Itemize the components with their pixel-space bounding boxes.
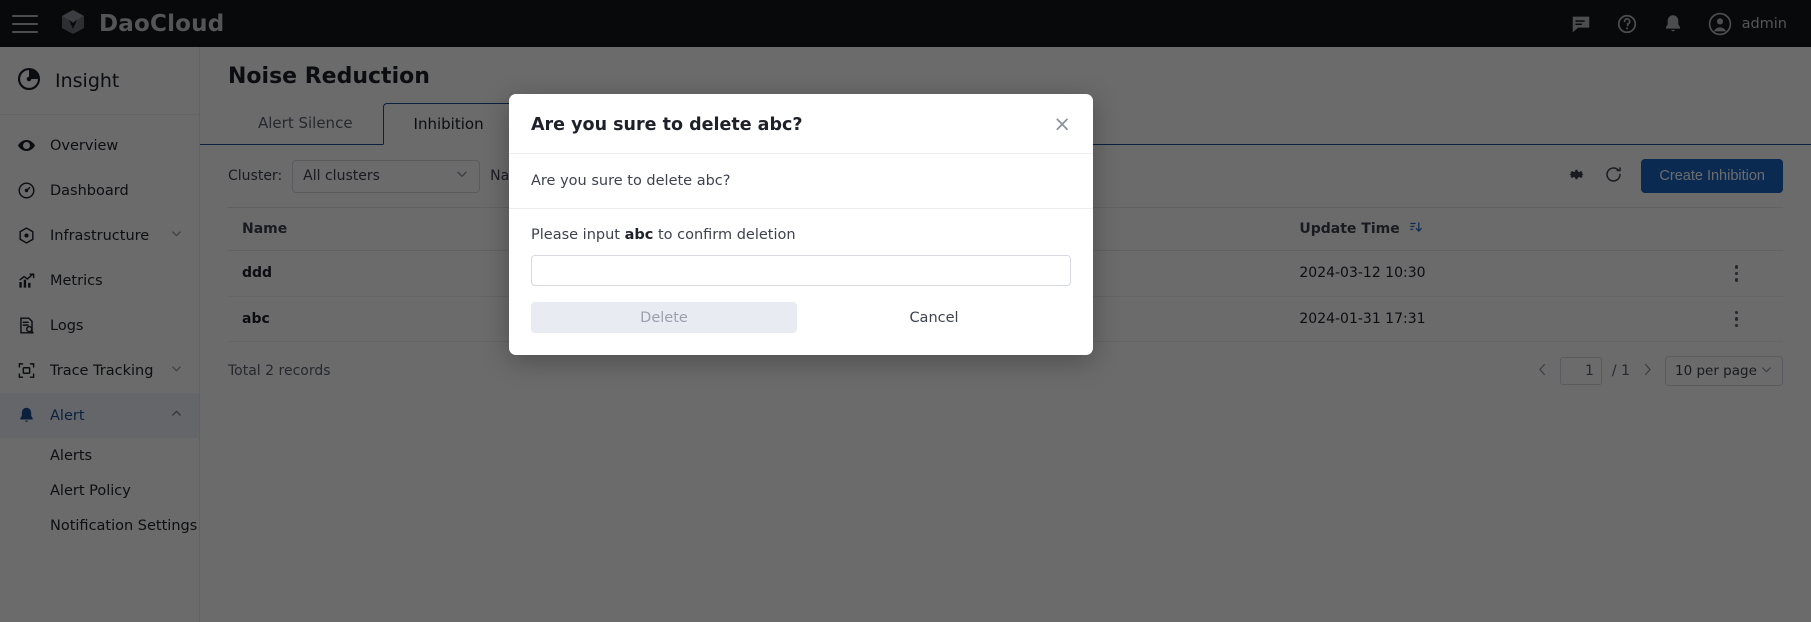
modal-confirm-section: Please input abc to confirm deletion: [509, 209, 1093, 286]
close-icon[interactable]: ×: [1053, 114, 1071, 135]
confirm-input[interactable]: [531, 255, 1071, 286]
confirm-prefix: Please input: [531, 227, 625, 243]
delete-button[interactable]: Delete: [531, 302, 797, 333]
confirm-suffix: to confirm deletion: [653, 227, 796, 243]
modal-title: Are you sure to delete abc?: [531, 114, 803, 135]
modal-body-text: Are you sure to delete abc?: [509, 154, 1093, 209]
confirm-instruction: Please input abc to confirm deletion: [531, 227, 1071, 243]
confirm-keyword: abc: [624, 227, 654, 243]
modal-actions: Delete Cancel: [509, 286, 1093, 355]
cancel-button[interactable]: Cancel: [797, 310, 1071, 326]
modal-header: Are you sure to delete abc? ×: [509, 94, 1093, 154]
delete-confirmation-modal: Are you sure to delete abc? × Are you su…: [509, 94, 1093, 355]
